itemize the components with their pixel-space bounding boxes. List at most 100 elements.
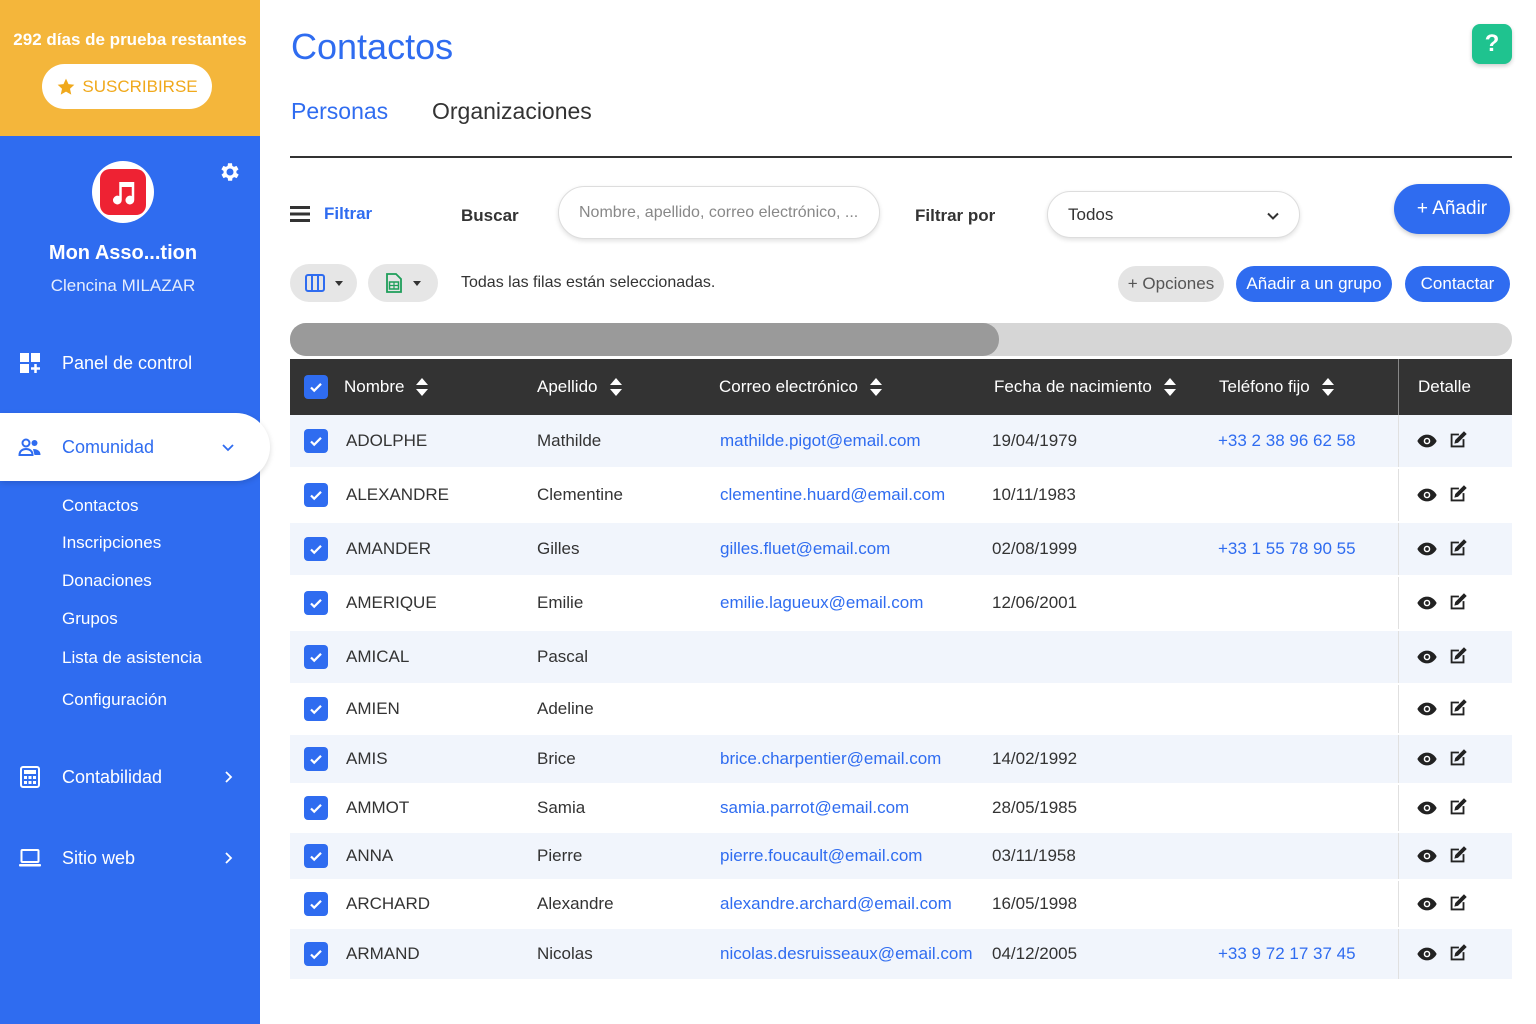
edit-icon[interactable] <box>1447 892 1469 914</box>
tab-organizations[interactable]: Organizaciones <box>432 98 592 125</box>
edit-icon[interactable] <box>1447 796 1469 818</box>
eye-icon[interactable] <box>1416 484 1438 506</box>
eye-icon[interactable] <box>1416 893 1438 915</box>
cell-email[interactable]: emilie.lagueux@email.com <box>720 593 923 613</box>
search-input[interactable] <box>558 186 880 239</box>
edit-icon[interactable] <box>1447 942 1469 964</box>
users-icon <box>18 438 41 456</box>
table-row[interactable]: AMIEN Adeline <box>290 685 1512 733</box>
column-header-phone[interactable]: Teléfono fijo <box>1219 359 1336 415</box>
table-row[interactable]: AMANDER Gilles gilles.fluet@email.com 02/08… <box>290 523 1512 575</box>
cell-first-name: AMIEN <box>346 699 400 718</box>
filter-toggle-button[interactable]: Filtrar <box>290 204 372 224</box>
cell-birthdate: 16/05/1998 <box>992 894 1078 913</box>
spreadsheet-icon <box>386 273 402 293</box>
sidebar-item-dashboard[interactable]: Panel de control <box>0 335 260 391</box>
row-checkbox[interactable] <box>304 429 328 453</box>
cell-phone[interactable]: +33 2 38 96 62 58 <box>1218 431 1356 451</box>
row-checkbox[interactable] <box>304 591 328 615</box>
table-row[interactable]: ANNA Pierre pierre.foucault@email.com 03/11… <box>290 833 1512 879</box>
sidebar-subitem-registrations[interactable]: Inscripciones <box>62 533 161 553</box>
table-row[interactable]: AMICAL Pascal <box>290 631 1512 683</box>
cell-email[interactable]: brice.charpentier@email.com <box>720 749 941 769</box>
column-header-first-name[interactable]: Nombre <box>344 359 430 415</box>
row-checkbox[interactable] <box>304 747 328 771</box>
help-button[interactable]: ? <box>1472 24 1512 64</box>
edit-icon[interactable] <box>1447 537 1469 559</box>
table-row[interactable]: ADOLPHE Mathilde mathilde.pigot@email.com 1… <box>290 415 1512 467</box>
row-checkbox[interactable] <box>304 645 328 669</box>
eye-icon[interactable] <box>1416 698 1438 720</box>
edit-icon[interactable] <box>1447 747 1469 769</box>
table-row[interactable]: ARMAND Nicolas nicolas.desruisseaux@email.… <box>290 929 1512 979</box>
table-row[interactable]: ALEXANDRE Clementine clementine.huard@emai… <box>290 469 1512 521</box>
sidebar-subitem-settings[interactable]: Configuración <box>62 690 167 710</box>
sidebar-item-community[interactable]: Comunidad <box>0 413 270 481</box>
options-button[interactable]: + Opciones <box>1118 266 1224 302</box>
row-checkbox[interactable] <box>304 537 328 561</box>
sidebar-item-website[interactable]: Sitio web <box>0 830 260 886</box>
eye-icon[interactable] <box>1416 592 1438 614</box>
row-checkbox[interactable] <box>304 796 328 820</box>
check-icon <box>310 545 322 555</box>
contact-button[interactable]: Contactar <box>1405 266 1510 302</box>
cell-email[interactable]: samia.parrot@email.com <box>720 798 909 818</box>
select-all-checkbox[interactable] <box>304 375 328 399</box>
sidebar-subitem-contacts[interactable]: Contactos <box>62 496 139 516</box>
table-row[interactable]: AMERIQUE Emilie emilie.lagueux@email.com 12… <box>290 577 1512 629</box>
sidebar-subitem-attendance[interactable]: Lista de asistencia <box>62 648 202 668</box>
cell-email[interactable]: mathilde.pigot@email.com <box>720 431 921 451</box>
eye-icon[interactable] <box>1416 845 1438 867</box>
eye-icon[interactable] <box>1416 646 1438 668</box>
tab-personas[interactable]: Personas <box>291 98 388 125</box>
sort-icon <box>869 378 882 396</box>
table-row[interactable]: AMMOT Samia samia.parrot@email.com 28/05/19… <box>290 785 1512 831</box>
columns-dropdown-button[interactable] <box>290 264 357 302</box>
edit-icon[interactable] <box>1447 697 1469 719</box>
filter-by-select[interactable]: Todos <box>1047 191 1300 238</box>
subscribe-button[interactable]: SUSCRIBIRSE <box>42 64 212 109</box>
row-checkbox[interactable] <box>304 697 328 721</box>
check-icon <box>310 852 322 862</box>
dashboard-icon <box>20 353 40 373</box>
export-dropdown-button[interactable] <box>368 264 438 302</box>
column-label: Teléfono fijo <box>1219 377 1310 396</box>
cell-email[interactable]: gilles.fluet@email.com <box>720 539 890 559</box>
add-to-group-button[interactable]: Añadir a un grupo <box>1236 266 1392 302</box>
edit-icon[interactable] <box>1447 483 1469 505</box>
edit-icon[interactable] <box>1447 591 1469 613</box>
cell-phone[interactable]: +33 1 55 78 90 55 <box>1218 539 1356 559</box>
cell-email[interactable]: pierre.foucault@email.com <box>720 846 922 866</box>
row-checkbox[interactable] <box>304 483 328 507</box>
table-row[interactable]: AMIS Brice brice.charpentier@email.com 14/0… <box>290 735 1512 783</box>
edit-icon[interactable] <box>1447 645 1469 667</box>
sidebar-subitem-donations[interactable]: Donaciones <box>62 571 152 591</box>
edit-icon[interactable] <box>1447 844 1469 866</box>
eye-icon[interactable] <box>1416 797 1438 819</box>
eye-icon[interactable] <box>1416 748 1438 770</box>
sidebar-item-accounting[interactable]: Contabilidad <box>0 749 260 805</box>
row-checkbox[interactable] <box>304 942 328 966</box>
column-header-last-name[interactable]: Apellido <box>537 359 624 415</box>
horizontal-scrollbar[interactable] <box>290 323 1512 356</box>
row-checkbox[interactable] <box>304 892 328 916</box>
eye-icon[interactable] <box>1416 538 1438 560</box>
eye-icon[interactable] <box>1416 943 1438 965</box>
cell-phone[interactable]: +33 9 72 17 37 45 <box>1218 944 1356 964</box>
cell-first-name: ARMAND <box>346 944 420 963</box>
row-checkbox[interactable] <box>304 844 328 868</box>
column-header-email[interactable]: Correo electrónico <box>719 359 884 415</box>
cell-email[interactable]: nicolas.desruisseaux@email.com <box>720 944 973 964</box>
table-row[interactable]: ARCHARD Alexandre alexandre.archard@email.… <box>290 881 1512 927</box>
sidebar-subitem-groups[interactable]: Grupos <box>62 609 118 629</box>
column-header-birthdate[interactable]: Fecha de nacimiento <box>994 359 1178 415</box>
scrollbar-thumb[interactable] <box>290 323 999 356</box>
cell-email[interactable]: clementine.huard@email.com <box>720 485 945 505</box>
cell-birthdate: 02/08/1999 <box>992 539 1078 558</box>
cell-email[interactable]: alexandre.archard@email.com <box>720 894 952 914</box>
add-button[interactable]: + Añadir <box>1394 184 1510 234</box>
check-icon <box>310 437 322 447</box>
eye-icon[interactable] <box>1416 430 1438 452</box>
gear-icon[interactable] <box>218 160 242 184</box>
edit-icon[interactable] <box>1447 429 1469 451</box>
